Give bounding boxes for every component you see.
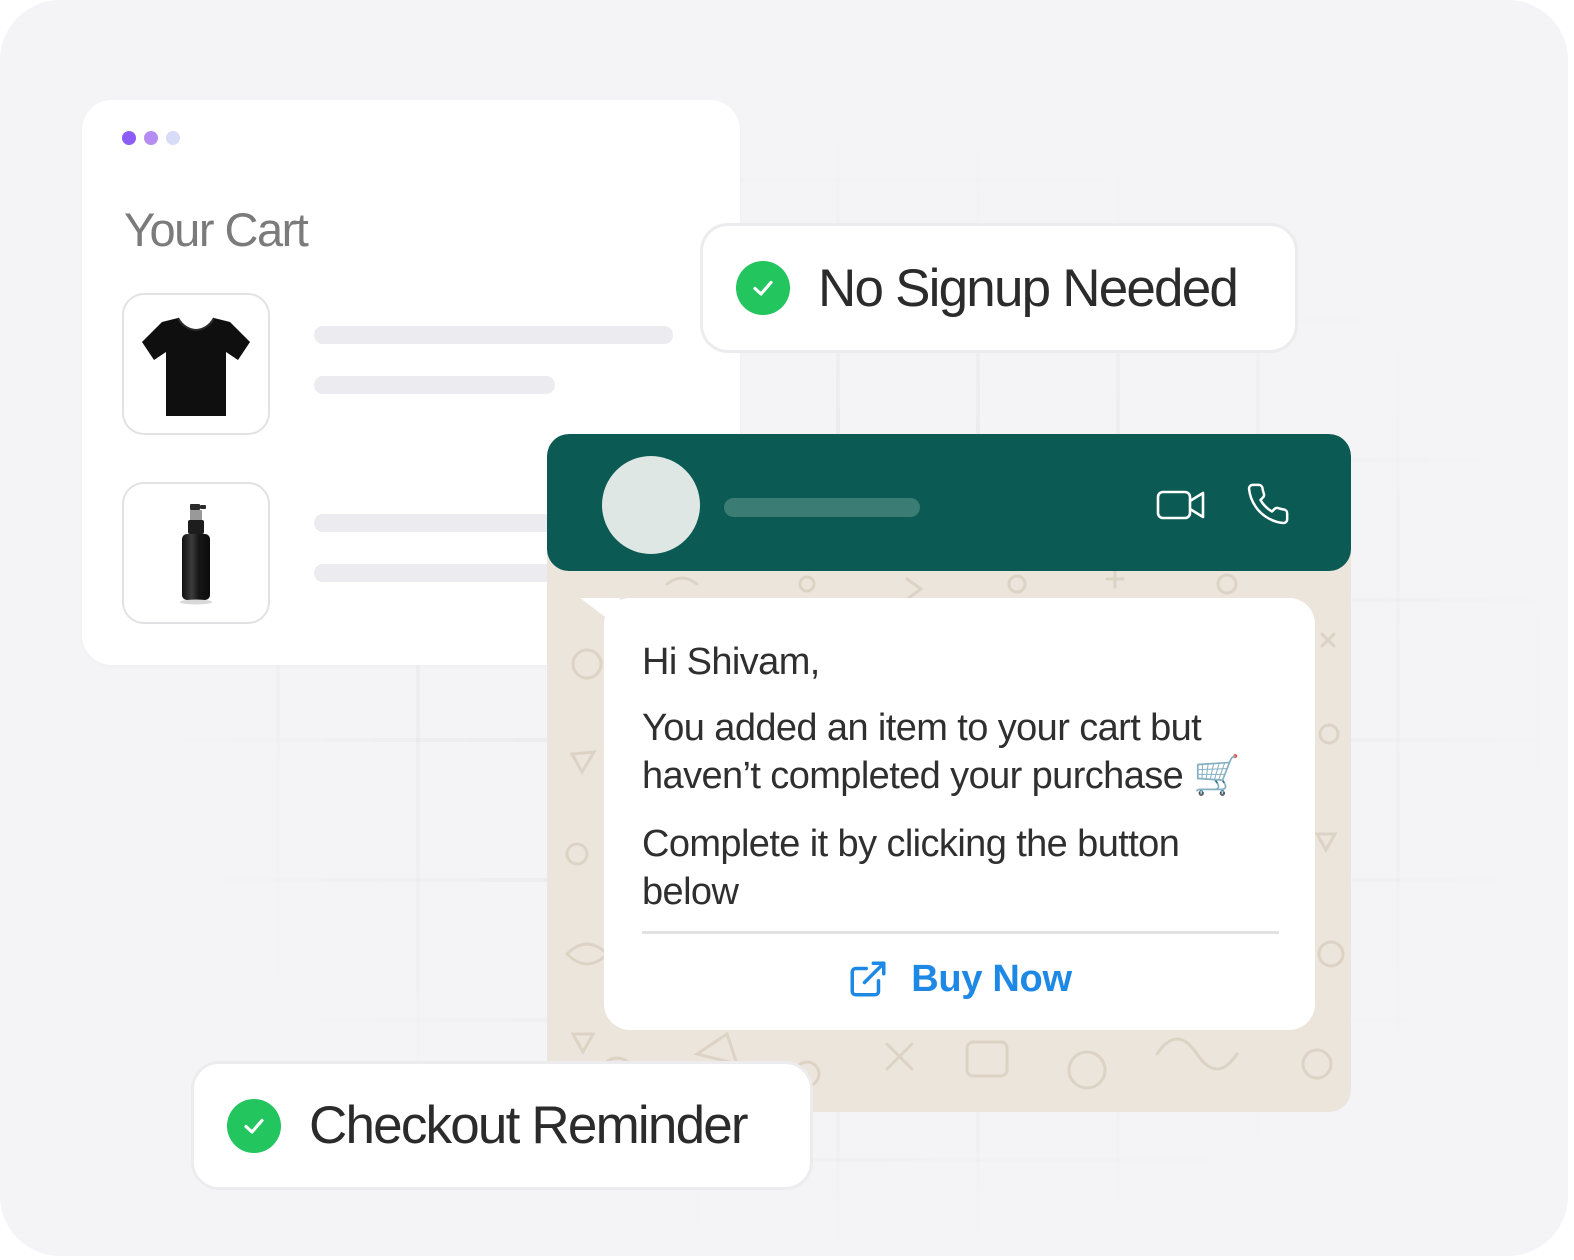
item-price-placeholder <box>314 564 555 582</box>
bottle-icon <box>180 504 212 605</box>
contact-name-placeholder <box>724 498 920 517</box>
message-line-text: haven’t completed your purchase <box>642 755 1184 797</box>
external-link-icon <box>850 961 886 997</box>
avatar[interactable] <box>602 456 700 554</box>
no-signup-text: No Signup Needed <box>818 258 1239 318</box>
window-dot <box>166 131 180 145</box>
message-text: You added an item to your cart but haven… <box>642 704 1285 800</box>
video-call-icon[interactable] <box>1155 487 1207 523</box>
check-circle-icon <box>736 261 790 315</box>
instruction-line: Complete it by clicking the button <box>642 823 1180 865</box>
no-signup-badge: No Signup Needed <box>700 223 1298 353</box>
buy-now-button[interactable]: Buy Now <box>604 934 1315 1024</box>
instruction-text: Complete it by clicking the button below <box>642 820 1285 916</box>
chat-header <box>547 434 1351 571</box>
window-dot <box>122 131 136 145</box>
cart-item-thumbnail[interactable] <box>122 293 270 435</box>
item-price-placeholder <box>314 376 555 394</box>
message-bubble: Hi Shivam, You added an item to your car… <box>604 598 1315 1030</box>
message-line: haven’t completed your purchase 🛒 <box>642 752 1285 800</box>
window-dot <box>144 131 158 145</box>
tshirt-icon <box>142 317 250 416</box>
whatsapp-chat: Hi Shivam, You added an item to your car… <box>547 434 1351 1112</box>
cart-item-thumbnail[interactable] <box>122 482 270 624</box>
background-stage: Your Cart No Signup Needed Hi Shivam, Yo… <box>0 0 1568 1256</box>
message-line: You added an item to your cart but <box>642 707 1202 749</box>
checkout-reminder-text: Checkout Reminder <box>309 1096 749 1155</box>
buy-now-label: Buy Now <box>911 957 1072 1000</box>
shopping-cart-icon: 🛒 <box>1193 755 1240 797</box>
greeting-text: Hi Shivam, <box>642 641 820 683</box>
window-dots <box>122 131 180 145</box>
cart-title: Your Cart <box>124 203 309 256</box>
checkout-reminder-badge: Checkout Reminder <box>191 1061 813 1190</box>
item-name-placeholder <box>314 326 673 344</box>
phone-icon[interactable] <box>1245 481 1291 527</box>
check-circle-icon <box>227 1098 281 1153</box>
instruction-line: below <box>642 871 739 913</box>
